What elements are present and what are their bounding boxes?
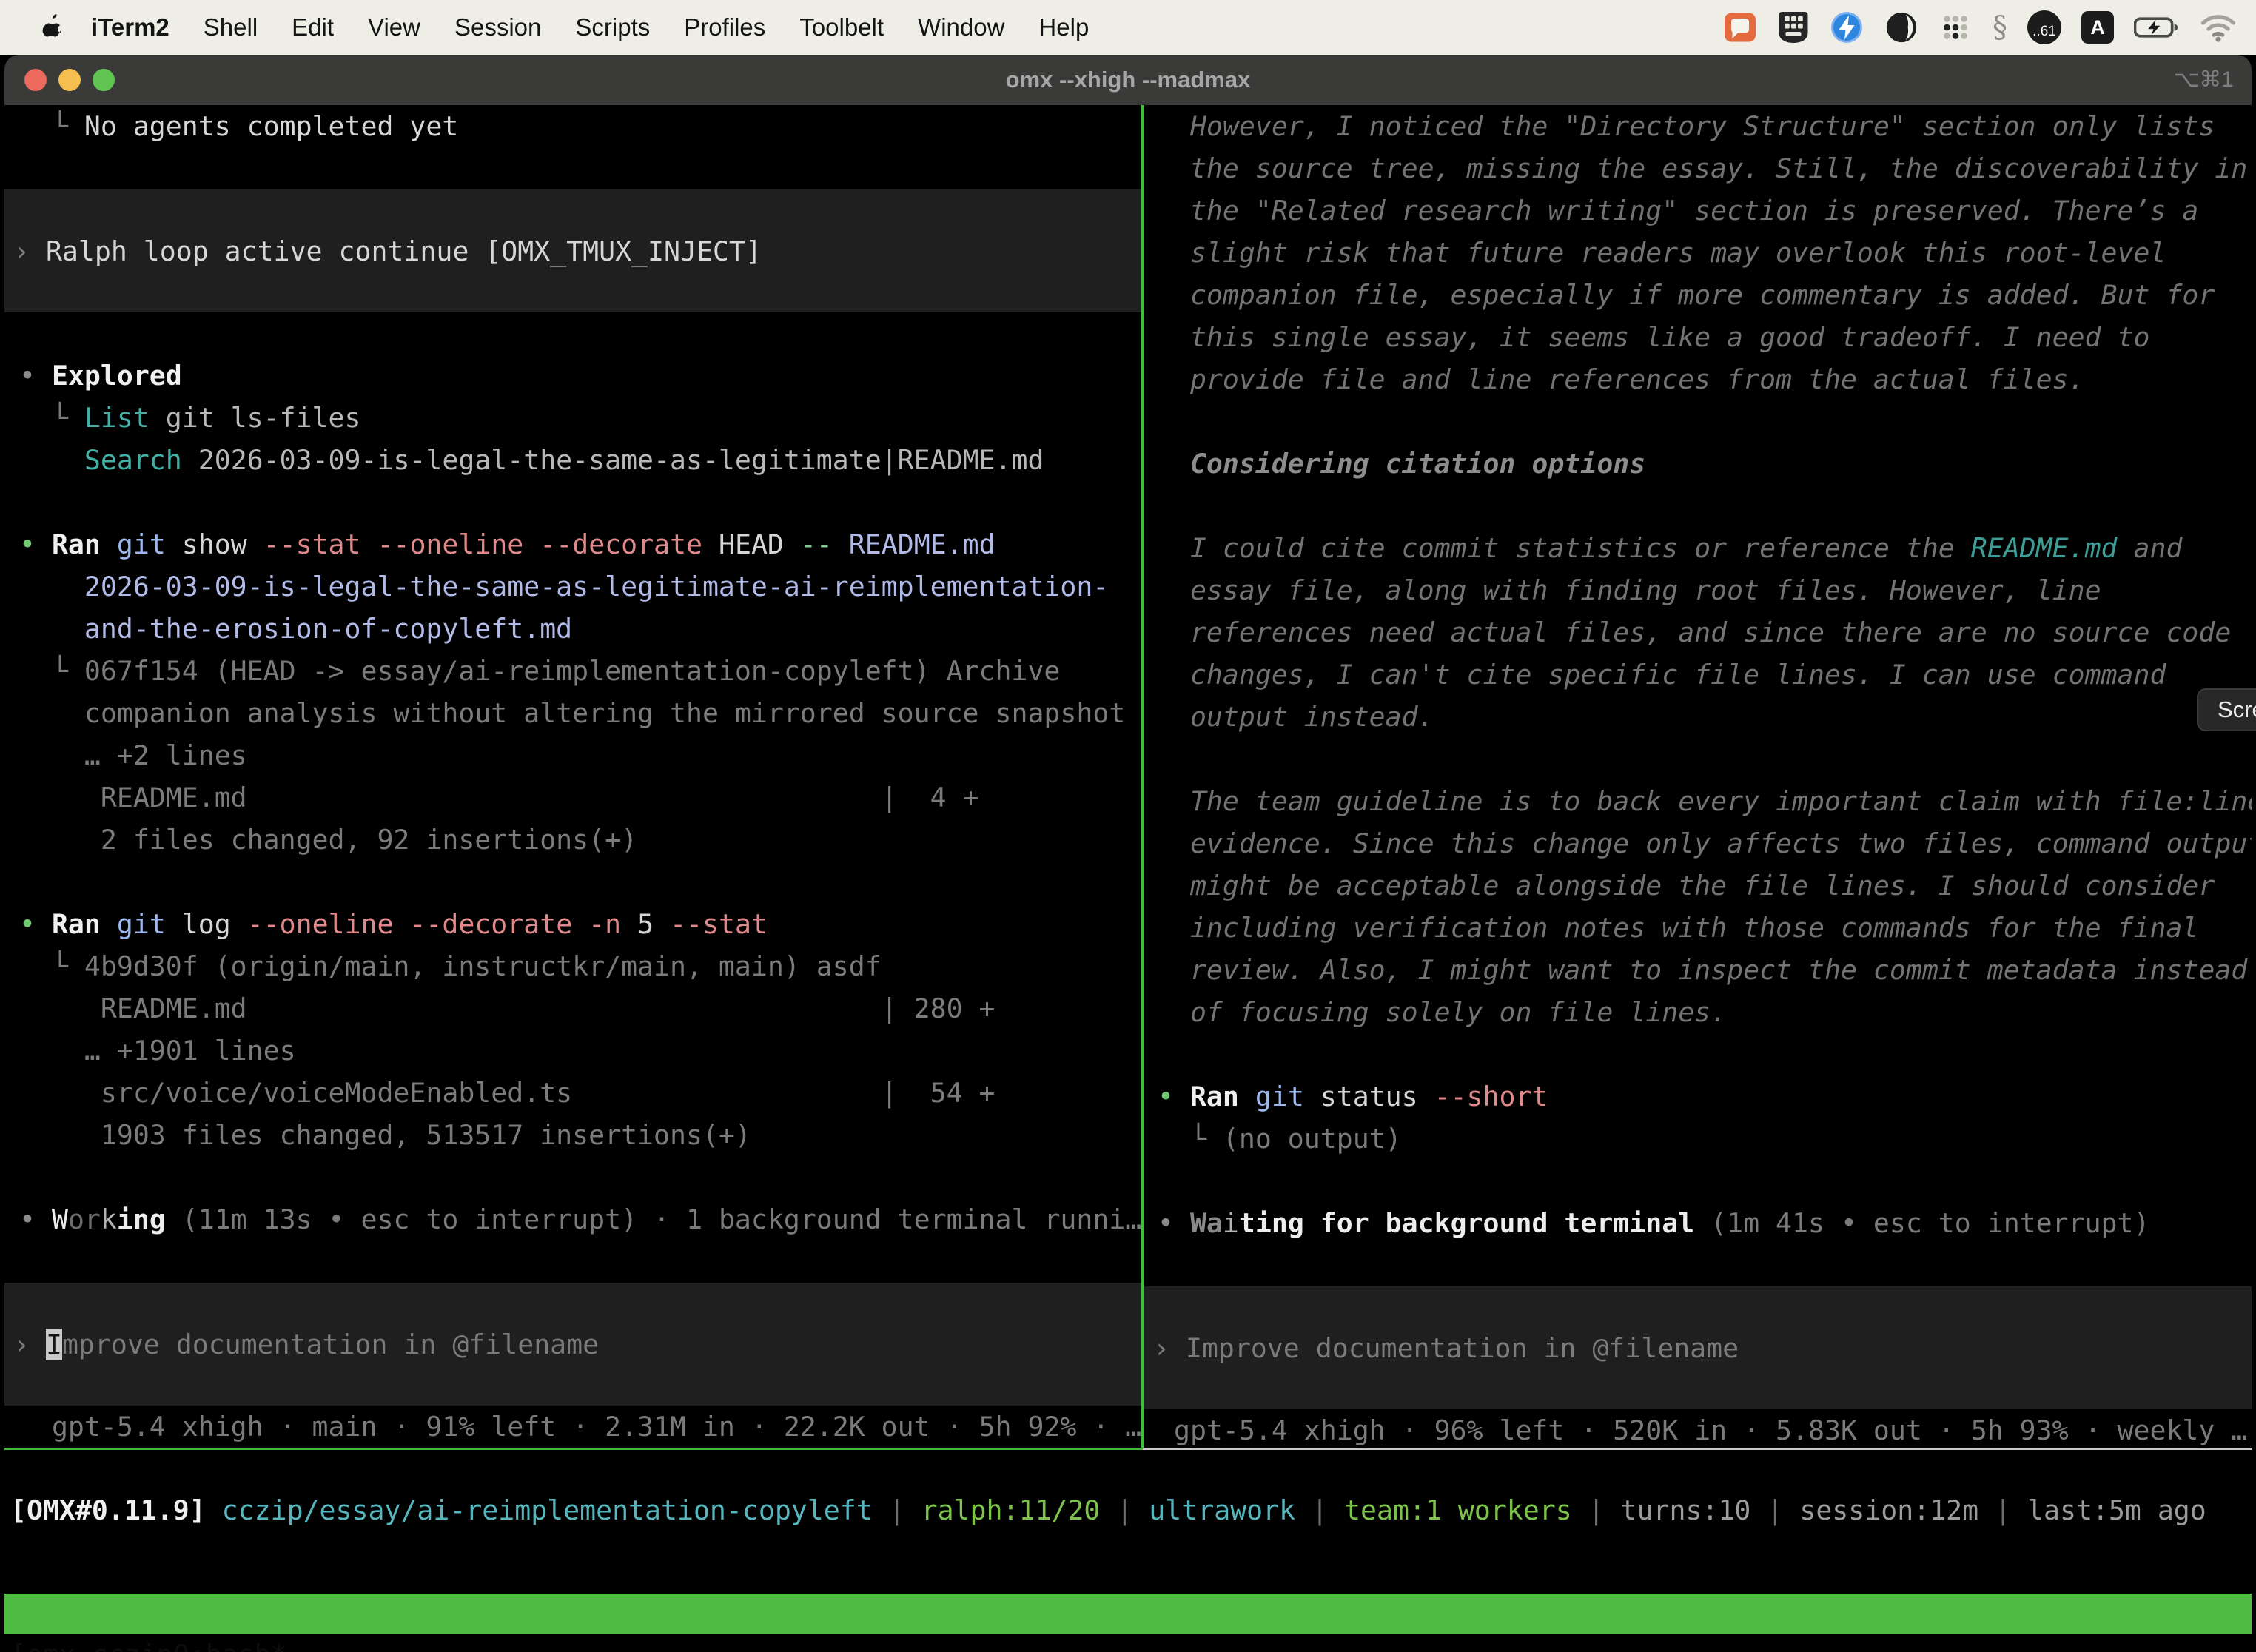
blank-line — [1158, 1244, 2252, 1286]
prompt-input-right[interactable]: › Improve documentation in @filename — [1144, 1286, 2252, 1409]
terminal-line: references need actual files, and since … — [1158, 611, 2252, 654]
menu-item-shell[interactable]: Shell — [187, 13, 275, 41]
terminal-line: provide file and line references from th… — [1158, 358, 2252, 400]
blank-line — [19, 147, 1141, 189]
terminal-line: evidence. Since this change only affects… — [1158, 822, 2252, 864]
blank-line — [19, 1156, 1141, 1198]
menu-item-view[interactable]: View — [351, 13, 437, 41]
terminal-line: README.md | 280 + — [19, 987, 1141, 1030]
pane-border-inactive — [1143, 1448, 2252, 1450]
terminal-line: README.md | 4 + — [19, 776, 1141, 819]
terminal-line: src/voice/voiceModeEnabled.ts | 54 + — [19, 1072, 1141, 1114]
terminal-line: the source tree, missing the essay. Stil… — [1158, 147, 2252, 189]
thinking-heading: Considering citation options — [1158, 443, 2252, 485]
terminal-line: and-the-erosion-of-copyleft.md — [19, 608, 1141, 650]
waiting-status-line: • Waiting for background terminal (1m 41… — [1158, 1202, 2252, 1244]
menu-item-edit[interactable]: Edit — [275, 13, 351, 41]
terminal-line: └ 4b9d30f (origin/main, instructkr/main,… — [19, 945, 1141, 987]
zap-icon[interactable] — [1829, 10, 1864, 45]
menu-item-toolbelt[interactable]: Toolbelt — [782, 13, 901, 41]
blank-line — [19, 312, 1141, 355]
terminal-line: 1903 files changed, 513517 insertions(+) — [19, 1114, 1141, 1156]
terminal-line: 2 files changed, 92 insertions(+) — [19, 819, 1141, 861]
terminal-line: … +2 lines — [19, 734, 1141, 776]
menu-item-profiles[interactable]: Profiles — [667, 13, 782, 41]
screen-tooltip: Scre — [2197, 688, 2256, 731]
terminal-line: └ 067f154 (HEAD -> essay/ai-reimplementa… — [19, 650, 1141, 692]
pane-border-active — [4, 1448, 1143, 1450]
menu-bar: iTerm2ShellEditViewSessionScriptsProfile… — [0, 0, 2256, 55]
keystroke-visualizer-icon[interactable] — [1778, 10, 1809, 45]
terminal-content: └ No agents completed yet › Ralph loop ac… — [4, 105, 2252, 1652]
pie-chart-icon[interactable] — [1884, 10, 1918, 45]
terminal-line: └ (no output) — [1158, 1118, 2252, 1160]
battery-icon[interactable] — [2134, 10, 2180, 45]
menu-item-session[interactable]: Session — [437, 13, 558, 41]
agents-status-line: └ No agents completed yet — [19, 105, 1141, 147]
session-stats-left: gpt-5.4 xhigh · main · 91% left · 2.31M … — [19, 1406, 1141, 1448]
menu-item-window[interactable]: Window — [901, 13, 1021, 41]
terminal-line: slight risk that future readers may over… — [1158, 232, 2252, 274]
menu-item-scripts[interactable]: Scripts — [558, 13, 667, 41]
menu-item-iterm2[interactable]: iTerm2 — [74, 13, 187, 41]
session-stats-right: gpt-5.4 xhigh · 96% left · 520K in · 5.8… — [1158, 1409, 2252, 1449]
dots-grid-icon[interactable] — [1938, 10, 1973, 45]
tmux-pane-right[interactable]: However, I noticed the "Directory Struct… — [1144, 105, 2252, 1449]
terminal-line: • Ran git show --stat --oneline --decora… — [19, 523, 1141, 565]
tmux-session-label: [omx-cczip0:bash* — [10, 1634, 287, 1652]
terminal-line: … +1901 lines — [19, 1030, 1141, 1072]
ralph-status-box[interactable]: › Ralph loop active continue [OMX_TMUX_I… — [4, 189, 1141, 312]
window-title: omx --xhigh --madmax — [4, 55, 2252, 105]
blank-line — [1158, 1160, 2252, 1202]
blank-line — [1158, 400, 2252, 443]
blank-line — [1158, 485, 2252, 527]
squiggle-icon[interactable]: § — [1993, 10, 2007, 44]
terminal-line: However, I noticed the "Directory Struct… — [1158, 105, 2252, 147]
timer-badge-icon[interactable]: ..61 — [2027, 10, 2061, 44]
terminal-line: of focusing solely on file lines. — [1158, 991, 2252, 1033]
terminal-line: • Explored — [19, 355, 1141, 397]
blank-line — [1158, 738, 2252, 780]
tmux-status-bar: [omx-cczip0:bash* "MacBook-Pro-44.local"… — [4, 1594, 2252, 1634]
window-titlebar[interactable]: omx --xhigh --madmax ⌥⌘1 — [4, 55, 2252, 105]
blank-line — [1158, 1033, 2252, 1075]
blank-line — [19, 861, 1141, 903]
terminal-line: I could cite commit statistics or refere… — [1158, 527, 2252, 569]
terminal-line: essay file, along with finding root file… — [1158, 569, 2252, 611]
terminal-line: changes, I can't cite specific file line… — [1158, 654, 2252, 696]
terminal-line: output instead. — [1158, 696, 2252, 738]
window-shortcut-badge: ⌥⌘1 — [2174, 55, 2234, 105]
omx-status-line: [OMX#0.11.9] cczip/essay/ai-reimplementa… — [10, 1489, 2206, 1531]
menu-status-icons: § ..61 A — [1722, 10, 2256, 45]
terminal-line: including verification notes with those … — [1158, 907, 2252, 949]
terminal-line: • Ran git log --oneline --decorate -n 5 … — [19, 903, 1141, 945]
apple-menu-icon[interactable] — [41, 14, 64, 41]
iterm-window: omx --xhigh --madmax ⌥⌘1 └ No agents com… — [4, 55, 2252, 1652]
terminal-line: the "Related research writing" section i… — [1158, 189, 2252, 232]
terminal-line: • Ran git status --short — [1158, 1075, 2252, 1118]
input-source-icon[interactable]: A — [2081, 11, 2114, 44]
prompt-input-left[interactable]: › Improve documentation in @filename — [4, 1283, 1141, 1406]
terminal-line: companion file, especially if more comme… — [1158, 274, 2252, 316]
menu-item-help[interactable]: Help — [1021, 13, 1106, 41]
terminal-line: companion analysis without altering the … — [19, 692, 1141, 734]
terminal-line: 2026-03-09-is-legal-the-same-as-legitima… — [19, 565, 1141, 608]
terminal-line: └ List git ls-files — [19, 397, 1141, 439]
terminal-line: this single essay, it seems like a good … — [1158, 316, 2252, 358]
wifi-icon[interactable] — [2200, 10, 2237, 45]
terminal-line: might be acceptable alongside the file l… — [1158, 864, 2252, 907]
terminal-line: Search 2026-03-09-is-legal-the-same-as-l… — [19, 439, 1141, 481]
working-status-line: • Working (11m 13s • esc to interrupt) ·… — [19, 1198, 1141, 1240]
tmux-pane-left[interactable]: └ No agents completed yet › Ralph loop ac… — [4, 105, 1141, 1449]
screen: { "menu_bar": { "items": [ {"label": "iT… — [0, 0, 2256, 1652]
blank-line — [19, 481, 1141, 523]
terminal-line: The team guideline is to back every impo… — [1158, 780, 2252, 822]
screen-record-indicator-icon[interactable] — [1722, 10, 1758, 45]
menu-items: iTerm2ShellEditViewSessionScriptsProfile… — [74, 13, 1106, 41]
terminal-line: review. Also, I might want to inspect th… — [1158, 949, 2252, 991]
blank-line — [19, 1240, 1141, 1283]
